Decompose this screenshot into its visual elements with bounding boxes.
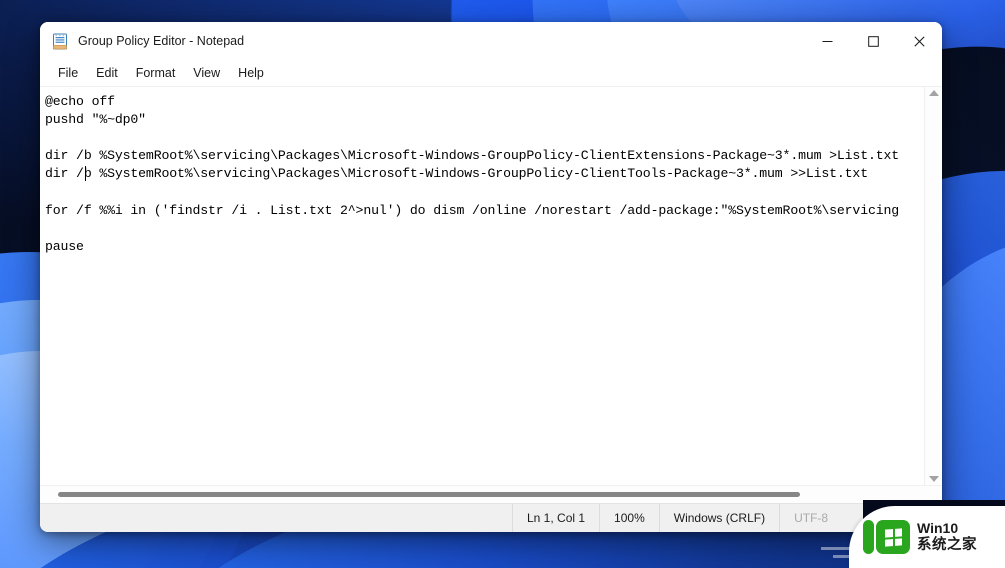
menu-item-edit[interactable]: Edit bbox=[88, 63, 126, 83]
text-caret bbox=[85, 166, 86, 181]
status-zoom[interactable]: 100% bbox=[600, 504, 659, 532]
scroll-down-icon[interactable] bbox=[928, 476, 939, 482]
status-bar-spacer bbox=[40, 504, 512, 532]
minimize-button[interactable] bbox=[804, 22, 850, 60]
windows-flag-icon bbox=[884, 527, 902, 547]
maximize-button[interactable] bbox=[850, 22, 896, 60]
window-title: Group Policy Editor - Notepad bbox=[78, 34, 245, 48]
menu-item-help[interactable]: Help bbox=[230, 63, 272, 83]
status-position[interactable]: Ln 1, Col 1 bbox=[513, 504, 599, 532]
menu-item-file[interactable]: File bbox=[50, 63, 86, 83]
status-bar: Ln 1, Col 1 100% Windows (CRLF) UTF-8 bbox=[40, 503, 942, 532]
horizontal-scrollbar-thumb[interactable] bbox=[58, 492, 800, 497]
horizontal-scrollbar[interactable] bbox=[40, 485, 942, 503]
watermark-line-1: Win10 bbox=[917, 520, 959, 537]
title-bar[interactable]: Group Policy Editor - Notepad bbox=[40, 22, 942, 60]
watermark-line-2: 系统之家 bbox=[917, 536, 977, 553]
text-editor[interactable]: @echo off pushd "%~dp0" dir /b %SystemRo… bbox=[40, 87, 924, 485]
status-line-ending[interactable]: Windows (CRLF) bbox=[660, 504, 779, 532]
watermark-logo-bar bbox=[863, 520, 874, 554]
editor-text: @echo off pushd "%~dp0" dir /b %SystemRo… bbox=[45, 94, 900, 254]
menu-item-format[interactable]: Format bbox=[128, 63, 184, 83]
watermark-text: Win10 系统之家 bbox=[917, 520, 977, 553]
desktop: Group Policy Editor - Notepad File Edit … bbox=[0, 0, 1005, 568]
vertical-scrollbar[interactable] bbox=[924, 87, 942, 485]
site-watermark: Win10 系统之家 bbox=[849, 506, 1005, 568]
maximize-icon bbox=[867, 35, 879, 47]
watermark-logo-square bbox=[876, 520, 910, 554]
editor-area: @echo off pushd "%~dp0" dir /b %SystemRo… bbox=[40, 87, 942, 485]
close-icon bbox=[913, 35, 925, 47]
watermark-logo bbox=[863, 520, 910, 554]
notepad-window[interactable]: Group Policy Editor - Notepad File Edit … bbox=[40, 22, 942, 532]
window-controls bbox=[804, 22, 942, 60]
scroll-up-icon[interactable] bbox=[928, 90, 939, 96]
title-bar-left: Group Policy Editor - Notepad bbox=[40, 33, 244, 50]
minimize-icon bbox=[822, 40, 832, 42]
menu-item-view[interactable]: View bbox=[185, 63, 228, 83]
menu-bar: File Edit Format View Help bbox=[40, 60, 942, 87]
close-button[interactable] bbox=[896, 22, 942, 60]
notepad-icon bbox=[52, 33, 68, 50]
status-encoding[interactable]: UTF-8 bbox=[780, 504, 842, 532]
